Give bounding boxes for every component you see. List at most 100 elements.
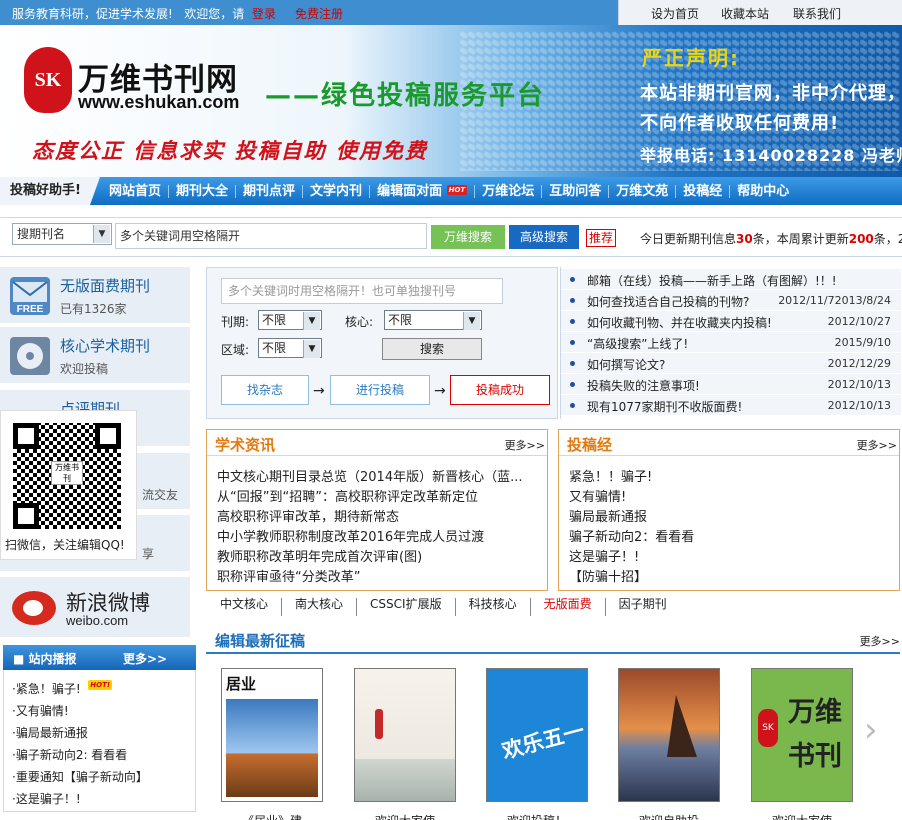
bullet-icon <box>570 382 575 387</box>
hot-badge: HOT! <box>88 680 113 690</box>
arrow-right-icon: → <box>313 383 325 399</box>
broadcast-list: ·紧急！骗子! HOT! ·又有骗情! ·骗局最新通报 ·骗子新动向2: 看看看… <box>3 670 196 812</box>
set-home-link[interactable]: 设为首页 <box>651 5 699 22</box>
bullet-icon <box>570 403 575 408</box>
news-item[interactable]: “高级搜索”上线了! 2015/9/10 <box>561 332 901 353</box>
academic-item[interactable]: 从“回报”到“招聘”：高校职称评定改革新定位 <box>217 486 478 505</box>
news-item[interactable]: 邮箱（在线）投稿——新手上路（有图解）!！! <box>561 269 901 290</box>
cover-caption[interactable]: 《居业》建 <box>221 812 323 820</box>
tab-no-fee[interactable]: 无版面费 <box>531 598 606 616</box>
guide-item[interactable]: 又有骗情! <box>569 486 626 505</box>
wechat-qr-popup[interactable]: 万维书刊 扫微信，关注编辑QQ! <box>0 410 137 560</box>
login-link[interactable]: 登录 <box>252 7 276 21</box>
logo-icon[interactable]: SK <box>24 47 72 113</box>
cover-caption[interactable]: 欢迎自助投 <box>618 812 720 820</box>
academic-item[interactable]: 高校职称评审改革，期待新常态 <box>217 506 399 525</box>
tab-tech-core[interactable]: 科技核心 <box>456 598 531 616</box>
broadcast-more-link[interactable]: 更多>> <box>123 650 167 667</box>
nav-item-home[interactable]: 网站首页 <box>102 184 170 198</box>
search-input[interactable]: 多个关键词用空格隔开 <box>115 223 427 249</box>
cover-title: 万维书刊 <box>788 697 842 772</box>
step-success[interactable]: 投稿成功 <box>450 375 550 405</box>
nav-item-editor[interactable]: 编辑面对面 HOT <box>370 183 476 199</box>
chevron-right-icon[interactable]: › <box>864 710 878 750</box>
query-input[interactable]: 多个关键词时用空格隔开！也可单独搜刊号 <box>221 278 503 304</box>
broadcast-item[interactable]: ·这是骗子！! <box>12 790 81 807</box>
cover-caption[interactable]: 欢迎投稿！ <box>486 812 588 820</box>
nav-item-editor-label: 编辑面对面 <box>377 183 443 199</box>
journal-cover[interactable]: SK 万维书刊 <box>751 668 853 802</box>
academic-item[interactable]: 教师职称改革明年完成首次评审(图) <box>217 546 422 565</box>
journal-cover[interactable]: 居业 <box>221 668 323 802</box>
nav-item-guide[interactable]: 投稿经 <box>676 184 731 198</box>
region-select[interactable]: 不限 ▼ <box>258 338 322 358</box>
top-bar-left: 服务教育科研，促进学术发展! 欢迎您，请 登录 免费注册 <box>12 5 343 22</box>
svg-text:FREE: FREE <box>17 304 44 315</box>
guide-item[interactable]: 紧急！！骗子! <box>569 466 652 485</box>
guide-item[interactable]: 这是骗子！! <box>569 546 639 565</box>
news-item[interactable]: 现有1077家期刊不收版面费! 2012/10/13 <box>561 395 901 416</box>
nav-item-literary[interactable]: 文学内刊 <box>303 184 371 198</box>
nav-items: 网站首页 期刊大全 期刊点评 文学内刊 编辑面对面 HOT 万维论坛 互助问答 … <box>102 177 796 205</box>
chevron-down-icon: ▼ <box>303 312 320 330</box>
card-title: 无版面费期刊 <box>60 277 151 295</box>
journal-cover[interactable] <box>618 668 720 802</box>
category-tabs: 中文核心 南大核心 CSSCI扩展版 科技核心 无版面费 因子期刊 <box>207 598 680 616</box>
guide-item[interactable]: 骗子新动向2：看看看 <box>569 526 694 545</box>
guide-item[interactable]: 骗局最新通报 <box>569 506 647 525</box>
news-item[interactable]: 如何收藏刊物、并在收藏夹内投稿! 2012/10/27 <box>561 311 901 332</box>
nav-item-forum[interactable]: 万维论坛 <box>475 184 543 198</box>
academic-item[interactable]: 中文核心期刊目录总览（2014年版）新晋核心（蓝... <box>217 466 522 485</box>
today-count: 30 <box>736 232 753 246</box>
guide-item[interactable]: 【防骗十招】 <box>569 566 647 585</box>
query-button[interactable]: 搜索 <box>382 338 482 360</box>
news-item[interactable]: 如何查找适合自己投稿的刊物? 2012/11/72013/8/24 <box>561 290 901 311</box>
broadcast-item[interactable]: ·紧急！骗子! HOT! <box>12 680 113 697</box>
weibo-url: weibo.com <box>66 613 129 628</box>
step-find-journal[interactable]: 找杂志 <box>221 375 309 405</box>
tab-nanda-core[interactable]: 南大核心 <box>282 598 358 616</box>
tab-chinese-core[interactable]: 中文核心 <box>207 598 283 616</box>
news-item[interactable]: 投稿失败的注意事项! 2012/10/13 <box>561 374 901 395</box>
tab-impact[interactable]: 因子期刊 <box>606 598 680 616</box>
tab-cssci[interactable]: CSSCI扩展版 <box>357 598 456 616</box>
panel-more-link[interactable]: 更多>> <box>505 437 545 453</box>
search-type-select[interactable]: 搜期刊名 ▼ <box>12 223 112 245</box>
card-free-journals[interactable]: FREE 无版面费期刊 已有1326家 <box>0 267 190 325</box>
nav-item-help[interactable]: 帮助中心 <box>730 185 796 198</box>
core-select[interactable]: 不限 ▼ <box>384 310 482 330</box>
search-button[interactable]: 万维搜索 <box>431 225 505 249</box>
card-core-journals[interactable]: 核心学术期刊 欢迎投稿 <box>0 327 190 385</box>
broadcast-item[interactable]: ·骗子新动向2: 看看看 <box>12 746 127 763</box>
card-title: 核心学术期刊 <box>60 337 151 355</box>
register-link[interactable]: 免费注册 <box>295 7 343 21</box>
cover-caption[interactable]: 欢迎大家使 <box>354 812 456 820</box>
rock-shape <box>667 695 697 757</box>
advanced-search-button[interactable]: 高级搜索 <box>509 225 579 249</box>
panel-more-link[interactable]: 更多>> <box>857 437 897 453</box>
nav-item-journals[interactable]: 期刊大全 <box>169 184 237 198</box>
contact-link[interactable]: 联系我们 <box>793 5 841 22</box>
academic-item[interactable]: 中小学教师职称制度改革2016年完成人员过渡 <box>217 526 484 545</box>
cycle-select[interactable]: 不限 ▼ <box>258 310 322 330</box>
nav-item-wenyuan[interactable]: 万维文苑 <box>609 184 677 198</box>
journal-cover[interactable] <box>354 668 456 802</box>
step-submit[interactable]: 进行投稿 <box>330 375 430 405</box>
recommend-tag[interactable]: 推荐 <box>586 229 616 247</box>
journal-cover[interactable]: 欢乐五一 <box>486 668 588 802</box>
broadcast-item[interactable]: ·重要通知【骗子新动向】 <box>12 768 148 785</box>
panel-header: 投稿经 更多>> <box>559 430 899 456</box>
cover-caption[interactable]: 欢迎大家使 <box>751 812 853 820</box>
nav-item-qa[interactable]: 互助问答 <box>542 184 610 198</box>
bookmark-link[interactable]: 收藏本站 <box>721 5 769 22</box>
academic-item[interactable]: 职称评审亟待“分类改革” <box>217 566 360 585</box>
card-sub: 已有1326家 <box>60 302 127 316</box>
broadcast-item[interactable]: ·又有骗情! <box>12 702 69 719</box>
bullet-icon <box>570 319 575 324</box>
news-item[interactable]: 如何撰写论文? 2012/12/29 <box>561 353 901 374</box>
broadcast-item[interactable]: ·骗局最新通报 <box>12 724 88 741</box>
nav-item-reviews[interactable]: 期刊点评 <box>236 184 304 198</box>
top-bar-links: 设为首页 收藏本站 联系我们 <box>618 0 902 25</box>
recent-more-link[interactable]: 更多>> <box>860 633 900 649</box>
weibo-link[interactable]: 新浪微博 weibo.com <box>0 577 190 637</box>
